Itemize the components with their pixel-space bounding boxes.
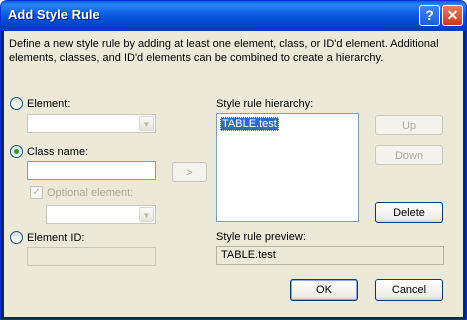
hierarchy-list[interactable]: TABLE.test	[216, 113, 359, 222]
preview-label: Style rule preview:	[216, 231, 306, 243]
delete-button[interactable]: Delete	[375, 202, 443, 223]
optional-element-select[interactable]: ▼	[46, 205, 156, 224]
optional-element-checkbox[interactable]: ✓ Optional element:	[30, 186, 133, 199]
description-text: Define a new style rule by adding at lea…	[9, 38, 439, 64]
element-id-radio[interactable]: Element ID:	[10, 231, 84, 244]
chevron-down-icon: ▼	[139, 116, 154, 131]
element-id-input[interactable]	[27, 247, 156, 266]
element-select[interactable]: ▼	[27, 114, 156, 133]
element-label: Element:	[27, 97, 71, 110]
class-name-label: Class name:	[27, 145, 89, 158]
down-button[interactable]: Down	[375, 145, 443, 165]
radio-unchecked-icon	[10, 231, 23, 244]
add-style-rule-dialog: Add Style Rule ? ✕ Define a new style ru…	[0, 0, 467, 320]
chevron-down-icon: ▼	[139, 207, 154, 222]
dialog-body: Define a new style rule by adding at lea…	[4, 31, 463, 317]
help-icon[interactable]: ?	[419, 5, 440, 26]
class-name-input[interactable]	[27, 161, 156, 180]
up-button[interactable]: Up	[375, 115, 443, 135]
checkmark-icon: ✓	[30, 186, 43, 199]
hierarchy-label: Style rule hierarchy:	[216, 98, 314, 110]
cancel-button[interactable]: Cancel	[375, 279, 443, 301]
dialog-title: Add Style Rule	[8, 7, 100, 22]
radio-unchecked-icon	[10, 97, 23, 110]
list-item[interactable]: TABLE.test	[220, 117, 279, 131]
title-bar[interactable]: Add Style Rule ? ✕	[1, 1, 466, 31]
preview-field: TABLE.test	[216, 246, 444, 265]
radio-checked-icon	[10, 145, 23, 158]
close-icon[interactable]: ✕	[442, 5, 463, 26]
class-name-radio[interactable]: Class name:	[10, 145, 88, 158]
ok-button[interactable]: OK	[290, 279, 358, 301]
element-radio[interactable]: Element:	[10, 97, 70, 110]
element-id-label: Element ID:	[27, 231, 85, 244]
add-to-hierarchy-button[interactable]: >	[172, 162, 207, 182]
optional-element-label: Optional element:	[47, 186, 134, 199]
